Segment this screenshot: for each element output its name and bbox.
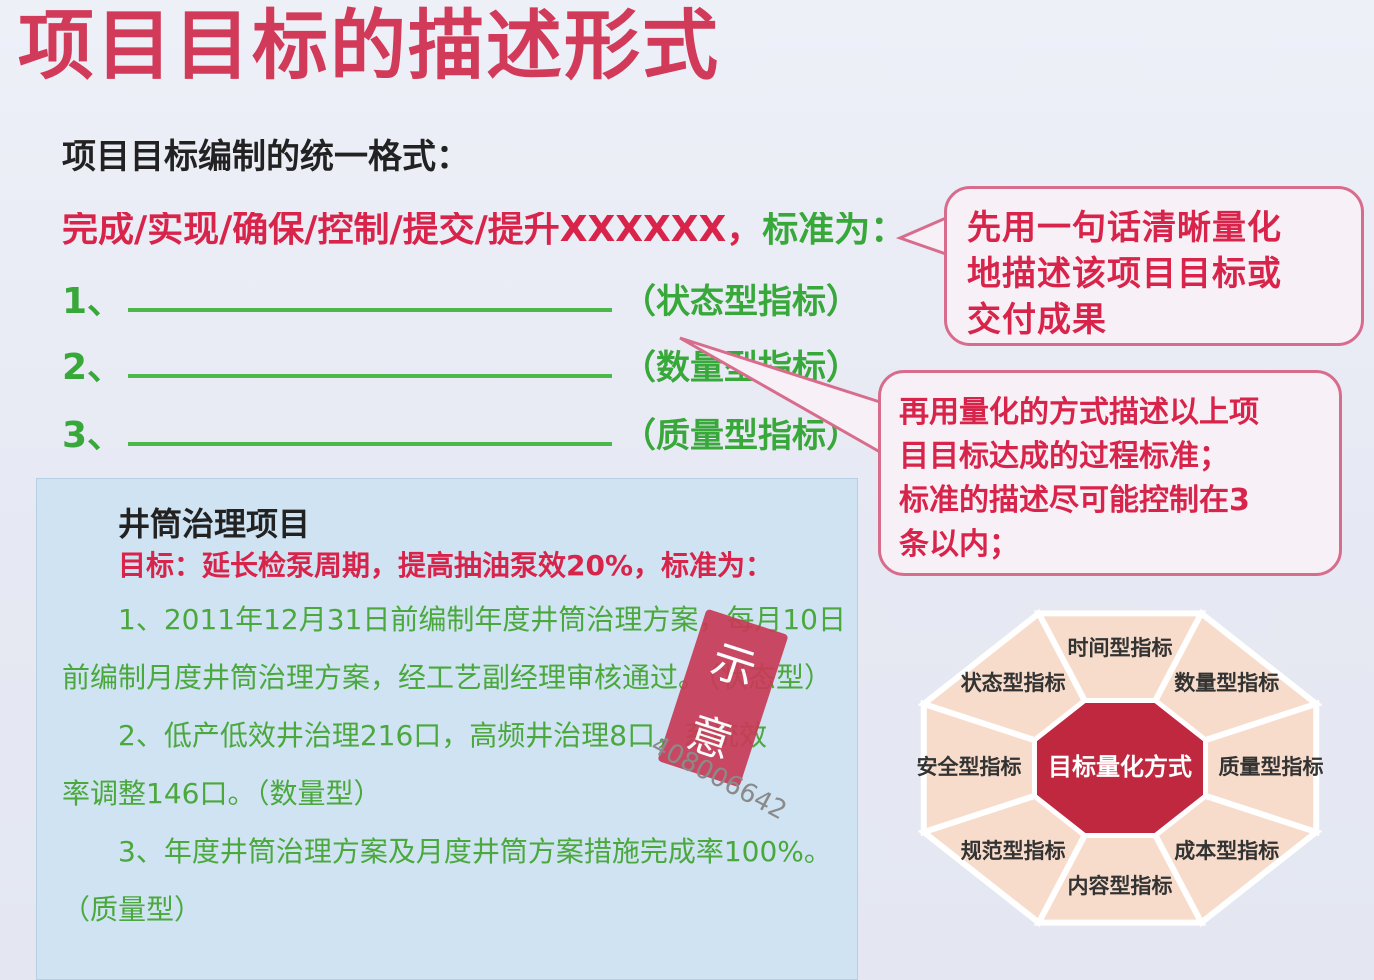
- callout-line: 条以内；: [899, 527, 1019, 562]
- segment-label: 状态型指标: [961, 671, 1066, 695]
- callout-line: 交付成果: [967, 300, 1107, 340]
- callout-line: 地描述该项目目标或: [967, 254, 1282, 294]
- callout-line: 先用一句话清晰量化: [967, 208, 1282, 248]
- segment-label: 质量型指标: [1219, 755, 1324, 779]
- example-line-4: 率调整146口。（数量型）: [62, 777, 382, 810]
- example-line-5: 3、年度井筒治理方案及月度井筒方案措施完成率100%。: [118, 835, 832, 868]
- segment-label: 数量型指标: [1174, 671, 1279, 695]
- center-label: 目标量化方式: [1048, 753, 1192, 781]
- callout-describe-standards: 再用量化的方式描述以上项 目目标达成的过程标准； 标准的描述尽可能控制在3 条以…: [878, 370, 1342, 576]
- segment-label: 规范型指标: [961, 839, 1066, 863]
- segment-label: 安全型指标: [916, 755, 1021, 779]
- callout-line: 再用量化的方式描述以上项: [899, 395, 1259, 430]
- example-title: 井筒治理项目: [118, 505, 311, 543]
- callout-line: 标准的描述尽可能控制在3: [899, 483, 1250, 518]
- segment-label: 内容型指标: [1068, 874, 1173, 898]
- segment-label: 时间型指标: [1068, 636, 1173, 660]
- callout-describe-goal: 先用一句话清晰量化 地描述该项目目标或 交付成果: [944, 186, 1364, 346]
- segment-label: 成本型指标: [1174, 839, 1279, 863]
- example-line-6: （质量型）: [62, 893, 203, 926]
- callout-line: 目目标达成的过程标准；: [899, 439, 1229, 474]
- example-goal: 目标：延长检泵周期，提高抽油泵效20%，标准为：: [118, 549, 774, 582]
- quantification-diagram: 时间型指标数量型指标质量型指标成本型指标内容型指标规范型指标 安全型指标 状态型指标…: [916, 608, 1324, 928]
